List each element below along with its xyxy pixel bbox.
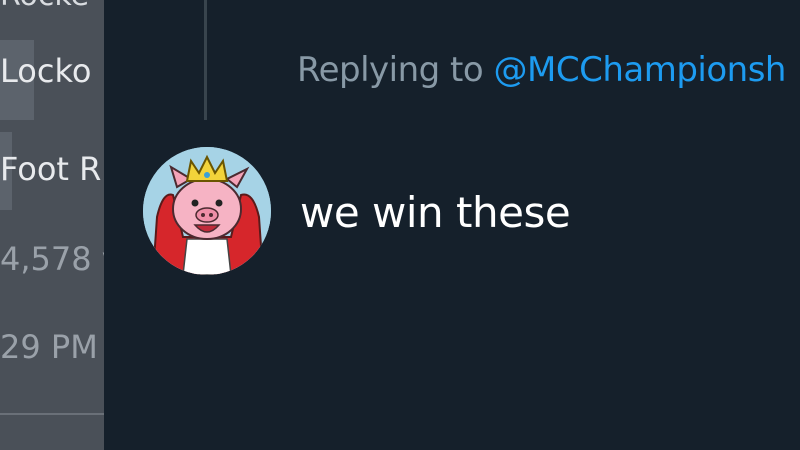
- views-count: 4,578 v: [0, 240, 104, 278]
- panel-text-row[interactable]: Locko: [0, 52, 91, 90]
- thread-connector-line: [204, 0, 207, 120]
- replying-to-label: Replying to: [297, 50, 484, 90]
- background-window-panel: Rocke Locko Foot R 4,578 v 29 PM: [0, 0, 104, 450]
- pig-with-crown-icon: [143, 147, 271, 275]
- panel-text-row[interactable]: Foot R: [0, 150, 101, 188]
- divider: [0, 413, 104, 415]
- timestamp: 29 PM: [0, 328, 98, 366]
- panel-text-row: Rocke: [0, 0, 89, 13]
- replying-to-line: Replying to @MCChampionsh: [297, 50, 786, 90]
- pig-with-crown-avatar[interactable]: [143, 147, 271, 275]
- tweet-text: we win these: [300, 188, 571, 237]
- mention-link[interactable]: @MCChampionsh: [494, 50, 787, 90]
